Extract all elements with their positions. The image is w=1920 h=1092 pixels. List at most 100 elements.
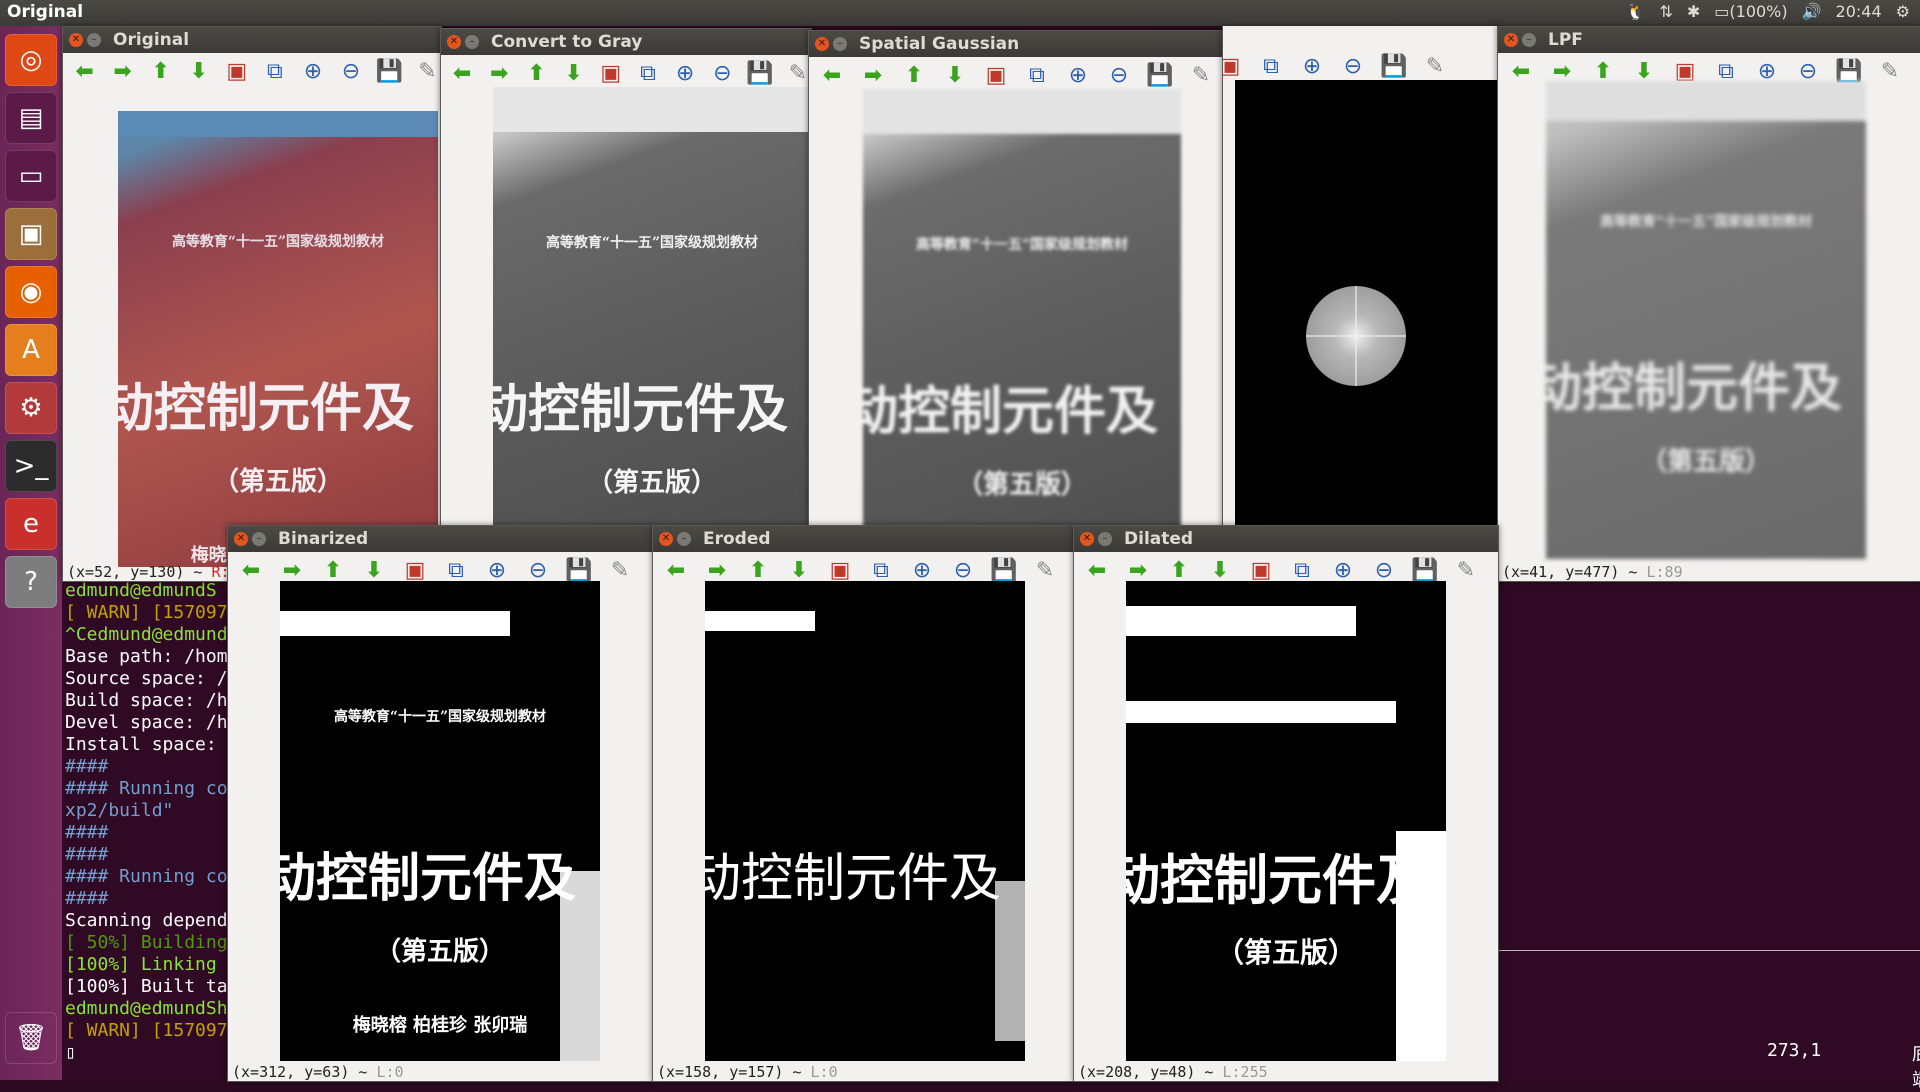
save-icon[interactable]: 💾 [1145, 61, 1175, 91]
minimize-icon[interactable]: – [833, 37, 847, 51]
pan-left-icon[interactable]: ⬅ [1506, 57, 1536, 87]
zoom-original-icon[interactable]: ⧉ [1022, 61, 1052, 91]
save-icon[interactable]: 💾 [746, 59, 773, 89]
close-icon[interactable]: ✕ [1080, 532, 1094, 546]
zoom-fit-icon[interactable]: ▣ [598, 59, 624, 89]
zoom-fit-icon[interactable]: ▣ [981, 61, 1011, 91]
network-icon[interactable]: ⇅ [1659, 2, 1672, 21]
launcher-software-center[interactable]: A [5, 324, 57, 376]
title-bar[interactable]: ✕ – Dilated [1074, 526, 1498, 552]
close-icon[interactable]: ✕ [659, 532, 673, 546]
binarized-window[interactable]: ✕ – Binarized ⬅ ➡ ⬆ ⬇ ▣ ⧉ ⊕ ⊖ 💾 ✎ 高等教育“十一五”国家级规划教… [227, 525, 653, 1082]
properties-icon[interactable]: ✎ [1875, 57, 1905, 87]
minimize-icon[interactable]: – [465, 35, 479, 49]
title-bar[interactable]: ✕ – LPF [1498, 27, 1920, 53]
bluetooth-icon[interactable]: ✱ [1687, 2, 1700, 21]
launcher-trash[interactable]: 🗑 [5, 1012, 57, 1064]
properties-icon[interactable]: ✎ [1186, 61, 1216, 91]
minimize-icon[interactable]: – [1522, 33, 1536, 47]
zoom-original-icon[interactable]: ⧉ [261, 57, 288, 87]
pan-left-icon[interactable]: ⬅ [236, 556, 266, 586]
zoom-out-icon[interactable]: ⊖ [709, 59, 735, 89]
zoom-original-icon[interactable]: ⧉ [1256, 52, 1286, 82]
image-canvas[interactable]: 高等教育“十一五”国家级规划教材 动控制元件及 （第五版） [493, 87, 811, 581]
image-canvas[interactable]: 高等教育“十一五”国家级规划教材 动控制元件及 （第五版） [863, 89, 1181, 581]
pan-left-icon[interactable]: ⬅ [661, 556, 691, 586]
pan-right-icon[interactable]: ➡ [109, 57, 136, 87]
zoom-in-icon[interactable]: ⊕ [1297, 52, 1327, 82]
battery-indicator[interactable]: ▭(100%) [1714, 2, 1787, 21]
zoom-out-icon[interactable]: ⊖ [1104, 61, 1134, 91]
title-bar[interactable]: ✕ – Original [63, 27, 441, 53]
pan-up-icon[interactable]: ⬆ [523, 59, 549, 89]
launcher-terminal[interactable]: >_ [5, 440, 57, 492]
zoom-in-icon[interactable]: ⊕ [1063, 61, 1093, 91]
zoom-fit-icon[interactable]: ▣ [223, 57, 250, 87]
title-bar[interactable]: ✕ – Eroded [653, 526, 1073, 552]
minimize-icon[interactable]: – [252, 532, 266, 546]
properties-icon[interactable]: ✎ [1420, 52, 1450, 82]
launcher-firefox[interactable]: ◉ [5, 266, 57, 318]
properties-icon[interactable]: ✎ [414, 57, 441, 87]
pan-up-icon[interactable]: ⬆ [147, 57, 174, 87]
frequency-spectrum-window[interactable]: ⬅➡⬆⬇▣⧉⊕⊖💾✎ [1222, 26, 1499, 581]
title-bar[interactable]: ✕ – Spatial Gaussian [809, 31, 1223, 57]
volume-icon[interactable]: 🔊 [1802, 2, 1822, 21]
pan-left-icon[interactable]: ⬅ [817, 61, 847, 91]
launcher-files[interactable]: ▣ [5, 208, 57, 260]
save-icon[interactable]: 💾 [1379, 52, 1409, 82]
zoom-original-icon[interactable]: ⧉ [635, 59, 661, 89]
image-canvas[interactable]: 高等教育“十一五”国家级规划教材 动控制元件及 （第五版） 梅晓榕 柏桂珍 张卯… [280, 581, 600, 1061]
keyboard-icon[interactable]: 🐧 [1626, 2, 1646, 21]
eroded-window[interactable]: ✕ – Eroded ⬅ ➡ ⬆ ⬇ ▣ ⧉ ⊕ ⊖ 💾 ✎ 动控制元件及 (x=158, y=1… [652, 525, 1074, 1082]
image-canvas[interactable]: 高等教育“十一五”国家级规划教材 动控制元件及 （第五版） [1546, 81, 1866, 559]
minimize-icon[interactable]: – [677, 532, 691, 546]
zoom-in-icon[interactable]: ⊕ [299, 57, 326, 87]
launcher-app-window-2[interactable]: ▭ [5, 150, 57, 202]
title-bar[interactable]: ✕ – Convert to Gray [441, 29, 811, 55]
title-bar[interactable]: ✕ – Binarized [228, 526, 652, 552]
close-icon[interactable]: ✕ [447, 35, 461, 49]
original-window[interactable]: ✕ – Original ⬅ ➡ ⬆ ⬇ ▣ ⧉ ⊕ ⊖ 💾 ✎ 高等教育“十一五”国家级规划教材… [62, 26, 442, 582]
properties-icon[interactable]: ✎ [1030, 556, 1060, 586]
pan-down-icon[interactable]: ⬇ [940, 61, 970, 91]
convert-to-gray-window[interactable]: ✕ – Convert to Gray ⬅ ➡ ⬆ ⬇ ▣ ⧉ ⊕ ⊖ 💾 ✎ 高等教育“十一五”… [440, 28, 812, 582]
image-canvas[interactable]: 动控制元件及 [705, 581, 1025, 1061]
zoom-out-icon[interactable]: ⊖ [337, 57, 364, 87]
pan-left-icon[interactable]: ⬅ [449, 59, 475, 89]
launcher-document-viewer[interactable]: e [5, 498, 57, 550]
save-icon[interactable]: 💾 [376, 57, 403, 87]
launcher-settings[interactable]: ⚙ [5, 382, 57, 434]
image-canvas[interactable]: 高等教育“十一五”国家级规划教材 动控制元件及 （第五版） 梅晓榕 柏桂珍 张卯… [118, 111, 438, 567]
dilated-window[interactable]: ✕ – Dilated ⬅ ➡ ⬆ ⬇ ▣ ⧉ ⊕ ⊖ 💾 ✎ 动控制元件及 （第五版） (x=2… [1073, 525, 1499, 1082]
pan-right-icon[interactable]: ➡ [486, 59, 512, 89]
launcher-help[interactable]: ? [5, 556, 57, 608]
minimize-icon[interactable]: – [87, 33, 101, 47]
image-canvas[interactable]: 动控制元件及 （第五版） [1126, 581, 1446, 1061]
properties-icon[interactable]: ✎ [1451, 556, 1481, 586]
pan-left-icon[interactable]: ⬅ [71, 57, 98, 87]
close-icon[interactable]: ✕ [234, 532, 248, 546]
spectrum-canvas[interactable] [1235, 80, 1497, 580]
properties-icon[interactable]: ✎ [605, 556, 635, 586]
terminal-line: #### [65, 888, 109, 909]
close-icon[interactable]: ✕ [1504, 33, 1518, 47]
pan-right-icon[interactable]: ➡ [858, 61, 888, 91]
zoom-fit-icon[interactable]: ▣ [1223, 52, 1245, 82]
spatial-gaussian-window[interactable]: ✕ – Spatial Gaussian ⬅ ➡ ⬆ ⬇ ▣ ⧉ ⊕ ⊖ 💾 ✎ 高等教育“十一五… [808, 30, 1224, 582]
pan-down-icon[interactable]: ⬇ [561, 59, 587, 89]
pan-left-icon[interactable]: ⬅ [1082, 556, 1112, 586]
close-icon[interactable]: ✕ [815, 37, 829, 51]
threshold-top-band [280, 611, 510, 636]
pan-up-icon[interactable]: ⬆ [899, 61, 929, 91]
launcher-dash-home[interactable]: ◎ [5, 34, 57, 86]
zoom-out-icon[interactable]: ⊖ [1338, 52, 1368, 82]
gear-icon[interactable]: ⚙ [1896, 2, 1910, 21]
close-icon[interactable]: ✕ [69, 33, 83, 47]
minimize-icon[interactable]: – [1098, 532, 1112, 546]
launcher-app-window[interactable]: ▤ [5, 92, 57, 144]
pan-down-icon[interactable]: ⬇ [185, 57, 212, 87]
lpf-window[interactable]: ✕ – LPF ⬅ ➡ ⬆ ⬇ ▣ ⧉ ⊕ ⊖ 💾 ✎ 高等教育“十一五”国家级规划教材 动控制元… [1497, 26, 1920, 582]
zoom-in-icon[interactable]: ⊕ [672, 59, 698, 89]
clock[interactable]: 20:44 [1836, 2, 1882, 21]
